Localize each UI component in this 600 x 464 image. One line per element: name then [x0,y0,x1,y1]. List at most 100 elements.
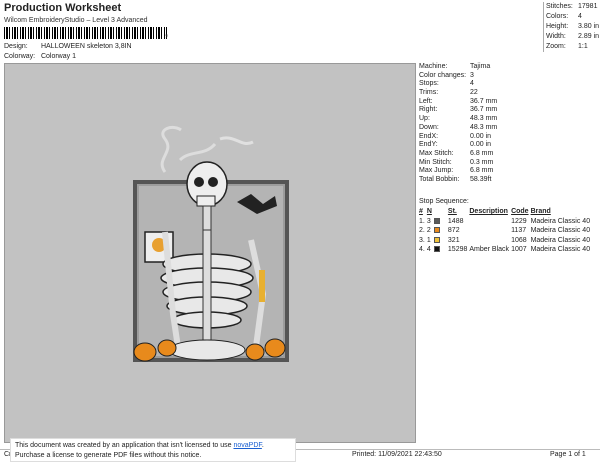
column-header: Description [469,208,508,215]
info-value: 48.3 mm [470,123,498,131]
info-row: Stops: 4 [419,80,497,89]
design-row: Design: HALLOWEEN skeleton 3,8IN [4,43,132,50]
info-label: Up: [419,115,430,123]
stat-row: Stitches: 17981 [546,2,599,12]
needle-number: 3 [426,217,431,225]
info-label: Color changes: [419,71,467,79]
info-row: Max Jump: 6.8 mm [419,167,497,176]
thread-brand: Madeira Classic 40 [530,246,591,253]
info-label: EndX: [419,132,439,140]
thread-brand: Madeira Classic 40 [530,217,591,225]
info-row: Down: 48.3 mm [419,124,497,133]
info-label: Machine: [419,63,448,70]
info-row: Total Bobbin: 58.39ft [419,176,497,185]
stat-label: Width: [546,33,566,40]
info-label: Max Stitch: [419,149,454,157]
novapdf-link[interactable]: novaPDF [233,442,261,449]
summary-stats: Stitches: 17981 Colors: 4 Height: 3.80 in W… [543,2,599,52]
thread-brand: Madeira Classic 40 [530,227,591,234]
info-label: Right: [419,106,438,114]
thread-code: 1229 [511,217,527,225]
color-swatch [433,217,440,224]
stat-row: Height: 3.80 in [546,22,599,32]
info-row: EndX: 0.00 in [419,133,497,142]
stat-label: Stitches: [546,3,573,10]
color-swatch [433,236,440,243]
info-label: EndY: [419,141,438,149]
license-line-1: This document was created by an applicat… [15,441,291,451]
table-row: 4. 4 15298 Amber Black 1007 Madeira Clas… [419,245,592,255]
design-preview [4,63,416,443]
license-text-end: . [261,442,264,449]
barcode-tail: , [165,27,169,39]
column-header [434,207,442,217]
column-header: Code [511,208,529,215]
stat-value: 3.80 in [578,23,600,30]
column-header: # [419,208,423,215]
column-header: St. [447,208,457,215]
info-row: Color changes: 3 [419,72,497,81]
stat-value: 4 [578,13,582,20]
info-row: Up: 48.3 mm [419,115,497,124]
colorway-label: Colorway: [4,53,36,60]
stat-label: Height: [546,23,569,30]
thread-description: Amber Black [469,246,510,253]
software-name: Wilcom EmbroideryStudio – Level 3 Advanc… [4,17,148,24]
stop-number: 3. [419,236,425,244]
color-swatch [433,227,440,234]
stat-label: Colors: [546,13,569,20]
needle-number: 4 [426,246,431,253]
info-row: EndY: 0.00 in [419,141,497,150]
info-value: 0.3 mm [470,158,494,166]
info-label: Left: [419,97,433,105]
info-value: 6.8 mm [470,149,494,157]
info-value: 6.8 mm [470,167,494,175]
info-row: Min Stitch: 0.3 mm [419,159,497,168]
thread-description [469,236,511,246]
info-value: Tajima [470,63,491,70]
info-value: 36.7 mm [470,97,498,105]
page-title: Production Worksheet [4,2,122,14]
stitch-count: 15298 [447,246,468,253]
stop-sequence-title: Stop Sequence: [419,198,469,205]
design-label: Design: [4,43,28,50]
stat-row: Width: 2.89 in [546,32,599,42]
machine-info: Machine: Tajima Color changes: 3 Stops: 4 T… [419,63,497,185]
stop-number: 1. [419,217,425,225]
thread-code: 1137 [511,227,527,234]
info-value: 0.00 in [470,141,492,149]
license-notice: This document was created by an applicat… [10,438,296,462]
thread-description [469,226,511,236]
info-label: Down: [419,123,439,131]
stat-label: Zoom: [546,43,566,50]
license-text: This document was created by an applicat… [15,442,234,449]
info-row: Max Stitch: 6.8 mm [419,150,497,159]
colorway-row: Colorway: Colorway 1 [4,53,76,60]
stitch-count: 1488 [447,217,464,225]
skeleton-embroidery-image [133,125,289,362]
printed-date: Printed: 11/09/2021 22:43:50 [352,451,442,458]
info-label: Trims: [419,89,439,97]
stat-value: 2.89 in [578,33,600,40]
thread-description [469,217,511,227]
color-swatch [433,246,440,253]
stitch-count: 321 [447,236,460,244]
thread-brand: Madeira Classic 40 [530,236,591,244]
stat-value: 17981 [578,3,598,10]
info-value: 0.00 in [470,132,492,140]
page-number: Page 1 of 1 [550,451,586,458]
needle-number: 1 [426,236,431,244]
info-row: Trims: 22 [419,89,497,98]
info-label: Max Jump: [419,167,454,175]
thread-code: 1007 [511,246,527,253]
stat-row: Colors: 4 [546,12,599,22]
table-row: 1. 3 1488 1229 Madeira Classic 40 [419,217,592,227]
column-header: N [426,208,432,215]
colorway-value: Colorway 1 [40,53,76,60]
info-value: 48.3 mm [470,115,498,123]
thread-code: 1068 [511,236,527,244]
info-label: Min Stitch: [419,158,452,166]
info-value: 3 [470,71,474,79]
info-value: 4 [470,80,474,88]
needle-number: 2 [426,227,431,234]
